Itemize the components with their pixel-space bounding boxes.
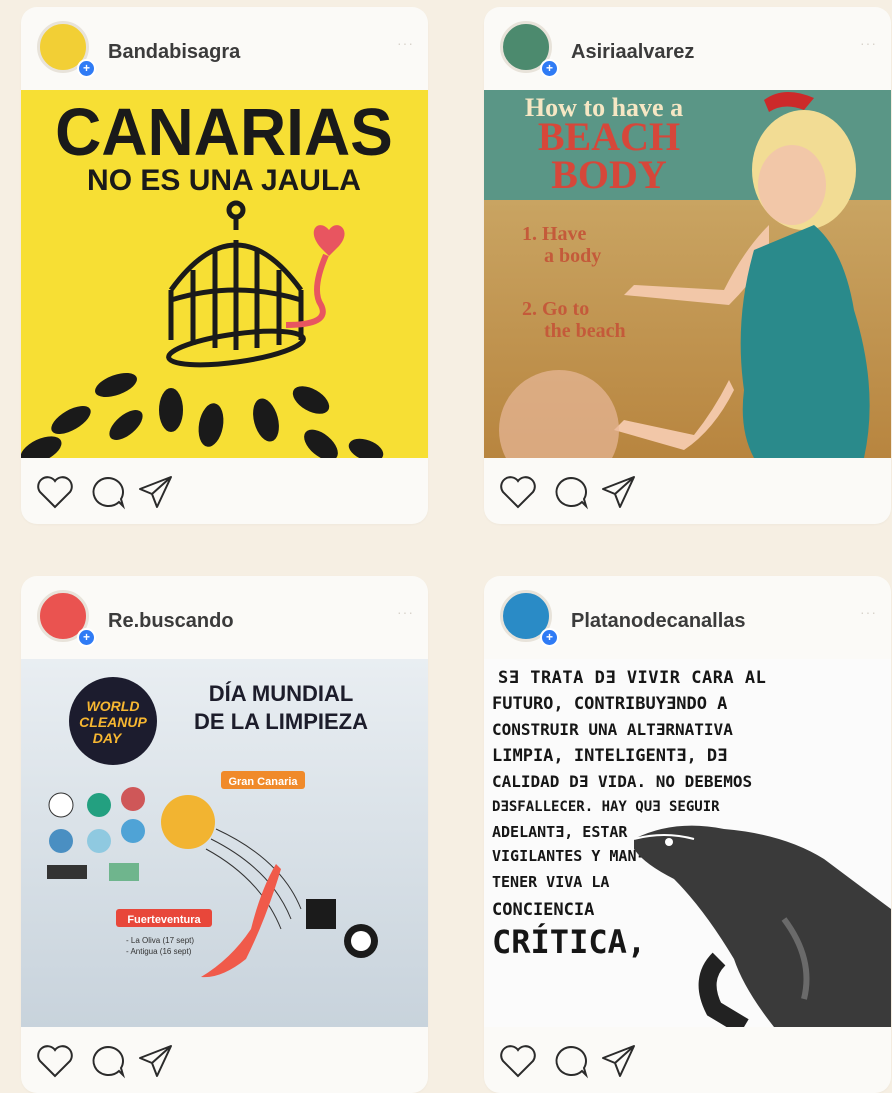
image-text: FUTURO, CONTRIBUYƎNDO A — [492, 694, 727, 714]
more-icon[interactable]: ··· — [397, 35, 414, 51]
more-icon[interactable]: ··· — [397, 604, 414, 620]
share-icon[interactable] — [600, 474, 638, 510]
post-image[interactable]: SƎ TRATA DƎ VIVIR CARA AL FUTURO, CONTRI… — [484, 659, 891, 1027]
post-actions — [484, 1027, 891, 1093]
image-text: TENER VIVA LA — [492, 873, 609, 891]
follow-plus-icon[interactable]: + — [77, 59, 96, 78]
image-text: Fuerteventura — [127, 914, 201, 926]
image-text: DE LA LIMPIEZA — [194, 709, 368, 734]
image-text: CONSTRUIR UNA ALTƎRNATIVA — [492, 720, 733, 739]
comment-icon[interactable] — [552, 1043, 590, 1079]
image-text: - Antigua (16 sept) — [126, 947, 192, 956]
follow-plus-icon[interactable]: + — [540, 59, 559, 78]
image-text: CLEANUP — [79, 714, 147, 730]
handwritten-poster: SƎ TRATA DƎ VIVIR CARA AL FUTURO, CONTRI… — [484, 659, 891, 1027]
image-text: the beach — [544, 320, 626, 342]
image-text: SƎ TRATA DƎ VIVIR CARA AL — [498, 668, 766, 688]
image-text: CALIDAD DƎ VIDA. NO DEBEMOS — [492, 772, 752, 791]
heart-icon[interactable] — [498, 1043, 538, 1079]
post-actions — [21, 1027, 428, 1093]
post-image[interactable]: CANARIAS NO ES UNA JAULA — [21, 90, 428, 458]
post-header: + Bandabisagra ··· — [21, 7, 428, 90]
post-card: + Asiriaalvarez ··· How to have a BEACH … — [484, 7, 891, 524]
image-text: DAY — [93, 730, 123, 746]
image-text: Gran Canaria — [228, 776, 298, 788]
post-actions — [484, 458, 891, 524]
image-text: ADELANTƎ, ESTAR — [492, 823, 628, 841]
follow-plus-icon[interactable]: + — [77, 628, 96, 647]
post-card: + Re.buscando ··· WORLD CLEANUP DAY DÍA … — [21, 576, 428, 1093]
post-header: + Asiriaalvarez ··· — [484, 7, 891, 90]
image-text: WORLD — [87, 698, 140, 714]
post-header: + Re.buscando ··· — [21, 576, 428, 659]
comment-icon[interactable] — [89, 1043, 127, 1079]
heart-icon[interactable] — [35, 1043, 75, 1079]
image-text: CRÍTICA, — [492, 923, 646, 961]
heart-icon[interactable] — [35, 474, 75, 510]
share-icon[interactable] — [600, 1043, 638, 1079]
post-image[interactable]: WORLD CLEANUP DAY DÍA MUNDIAL DE LA LIMP… — [21, 659, 428, 1027]
image-text: CONCIENCIA — [492, 900, 594, 920]
image-text: 1. Have — [522, 223, 587, 245]
post-card: + Platanodecanallas ··· SƎ TRATA DƎ VIVI… — [484, 576, 891, 1093]
username[interactable]: Platanodecanallas — [571, 610, 746, 633]
cleanup-poster: WORLD CLEANUP DAY DÍA MUNDIAL DE LA LIMP… — [21, 659, 428, 1027]
image-text: DƎSFALLECER. HAY QUƎ SEGUIR — [492, 799, 720, 815]
cage-illustration: CANARIAS NO ES UNA JAULA — [21, 95, 393, 458]
post-header: + Platanodecanallas ··· — [484, 576, 891, 659]
vintage-poster: How to have a BEACH BODY 1. Have a body … — [484, 90, 891, 458]
image-text: a body — [544, 245, 601, 267]
more-icon[interactable]: ··· — [860, 35, 877, 51]
image-text: BODY — [551, 152, 667, 197]
post-image[interactable]: How to have a BEACH BODY 1. Have a body … — [484, 90, 891, 458]
username[interactable]: Asiriaalvarez — [571, 41, 694, 64]
comment-icon[interactable] — [552, 474, 590, 510]
image-text: VIGILANTES Y MAN- — [492, 847, 646, 865]
image-text: NO ES UNA JAULA — [87, 164, 361, 197]
image-text: 2. Go to — [522, 298, 589, 320]
image-text: DÍA MUNDIAL — [209, 681, 354, 706]
heart-shape — [313, 225, 345, 256]
comment-icon[interactable] — [89, 474, 127, 510]
post-card: + Bandabisagra ··· CANARIAS NO ES UNA JA… — [21, 7, 428, 524]
heart-icon[interactable] — [498, 474, 538, 510]
post-actions — [21, 458, 428, 524]
image-text: CANARIAS — [55, 95, 393, 170]
image-text: LIMPIA, INTELIGENTƎ, DƎ — [492, 746, 727, 766]
share-icon[interactable] — [137, 1043, 175, 1079]
username[interactable]: Bandabisagra — [108, 41, 240, 64]
image-text: - La Oliva (17 sept) — [126, 936, 194, 945]
username[interactable]: Re.buscando — [108, 610, 234, 633]
more-icon[interactable]: ··· — [860, 604, 877, 620]
share-icon[interactable] — [137, 474, 175, 510]
follow-plus-icon[interactable]: + — [540, 628, 559, 647]
